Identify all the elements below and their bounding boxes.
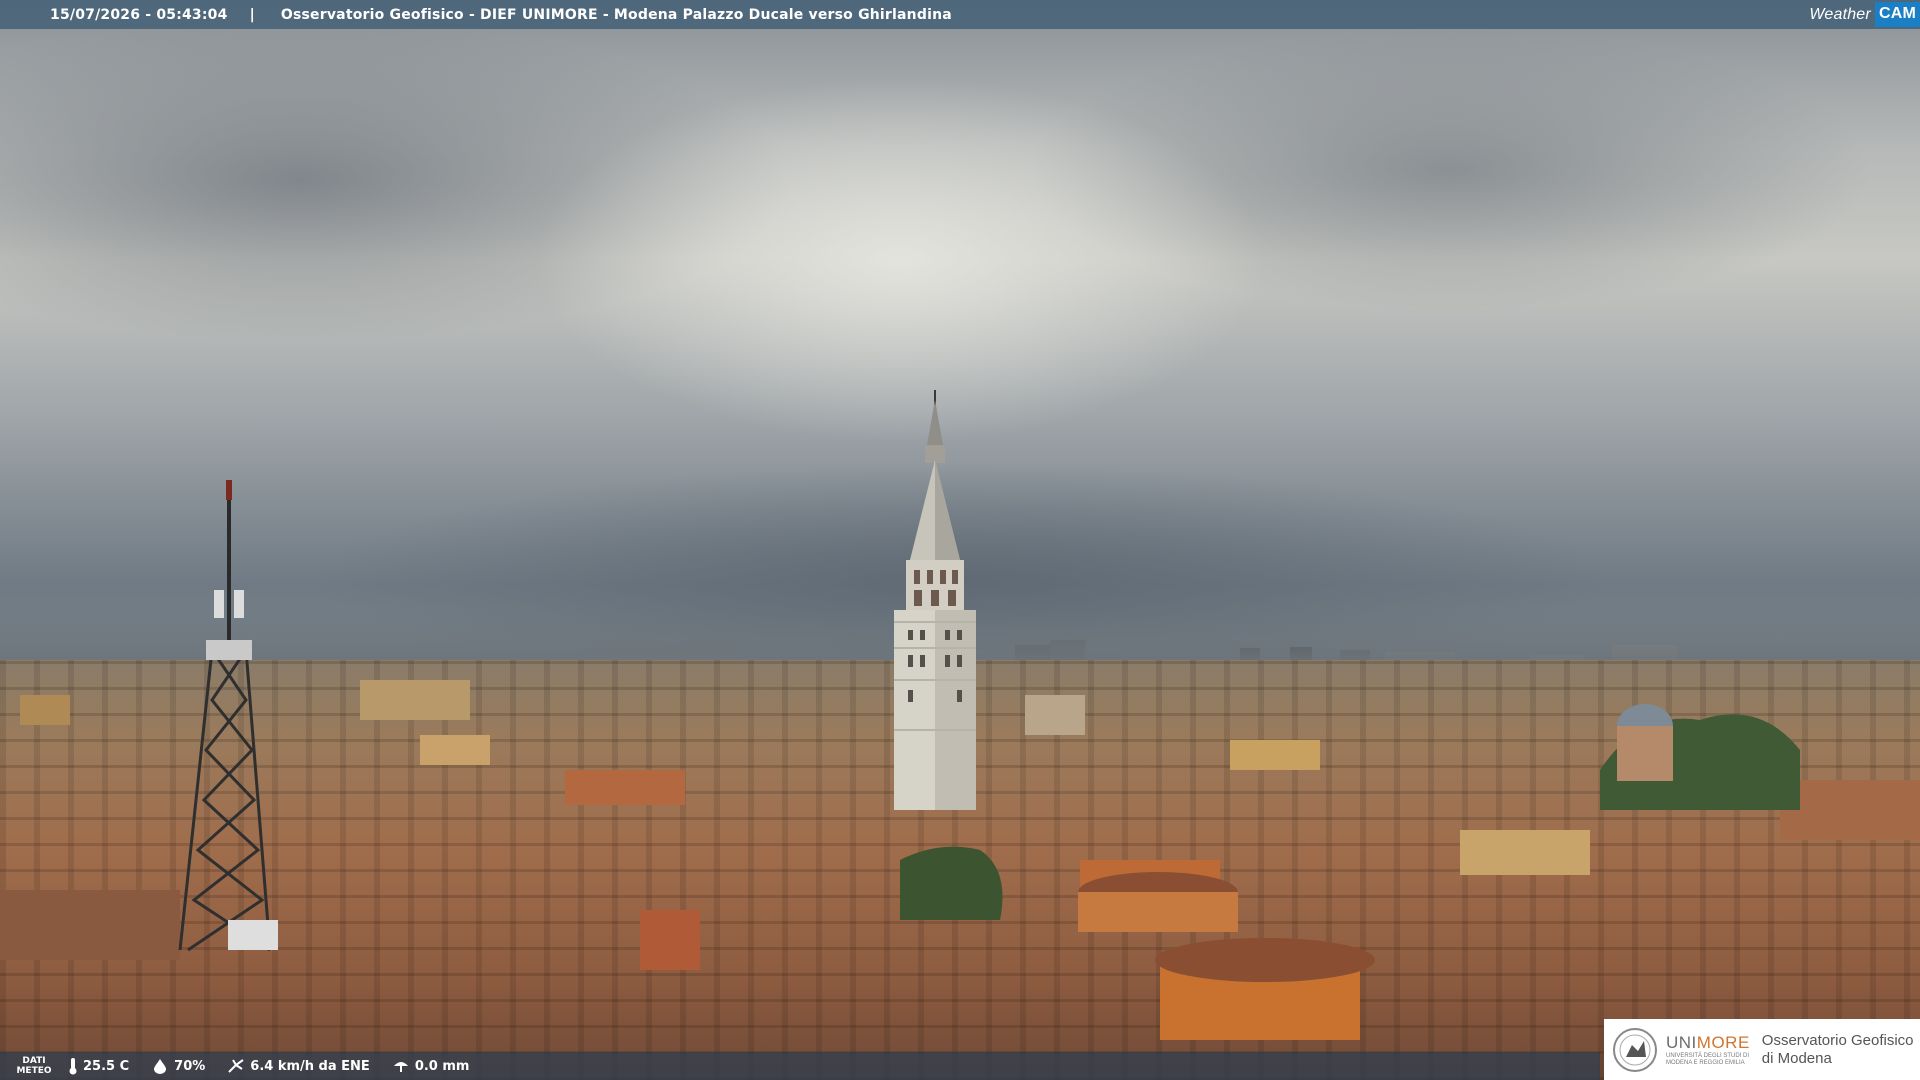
unimore-brand: UNIMORE UNIVERSITÀ DEGLI STUDI DI MODENA… bbox=[1666, 1032, 1750, 1066]
observatory-name: Osservatorio Geofisico di Modena bbox=[1761, 1031, 1914, 1067]
meteo-data-bar: DATI METEO 25.5 C 70% 6.4 km/h da ENE 0.… bbox=[0, 1052, 1600, 1080]
rain-reading: 0.0 mm bbox=[392, 1058, 470, 1074]
unimore-logo: UNIMORE UNIVERSITÀ DEGLI STUDI DI MODENA… bbox=[1604, 1019, 1920, 1080]
separator: | bbox=[249, 6, 255, 23]
webcam-image bbox=[0, 0, 1920, 1080]
wind-value: 6.4 km/h da ENE bbox=[250, 1058, 370, 1074]
ghirlandina-tower bbox=[894, 390, 976, 810]
wind-icon bbox=[227, 1058, 245, 1074]
thermometer-icon bbox=[68, 1057, 78, 1075]
meteo-label: DATI METEO bbox=[16, 1056, 52, 1076]
temperature-reading: 25.5 C bbox=[68, 1057, 129, 1075]
university-seal-icon bbox=[1613, 1027, 1657, 1072]
rain-icon bbox=[392, 1058, 410, 1074]
humidity-value: 70% bbox=[174, 1058, 206, 1074]
antenna-tower bbox=[178, 480, 278, 952]
rain-value: 0.0 mm bbox=[414, 1058, 470, 1074]
camera-location: Osservatorio Geofisico - DIEF UNIMORE - … bbox=[280, 6, 952, 23]
temperature-value: 25.5 C bbox=[83, 1058, 130, 1074]
weathercam-logo: Weather CAM bbox=[1809, 0, 1920, 29]
timestamp: 15/07/2026 - 05:43:04 bbox=[50, 6, 228, 23]
camera-info-bar: 15/07/2026 - 05:43:04 | Osservatorio Geo… bbox=[0, 0, 1920, 29]
humidity-reading: 70% bbox=[151, 1058, 205, 1074]
wind-reading: 6.4 km/h da ENE bbox=[227, 1058, 370, 1074]
humidity-drop-icon bbox=[151, 1058, 169, 1074]
